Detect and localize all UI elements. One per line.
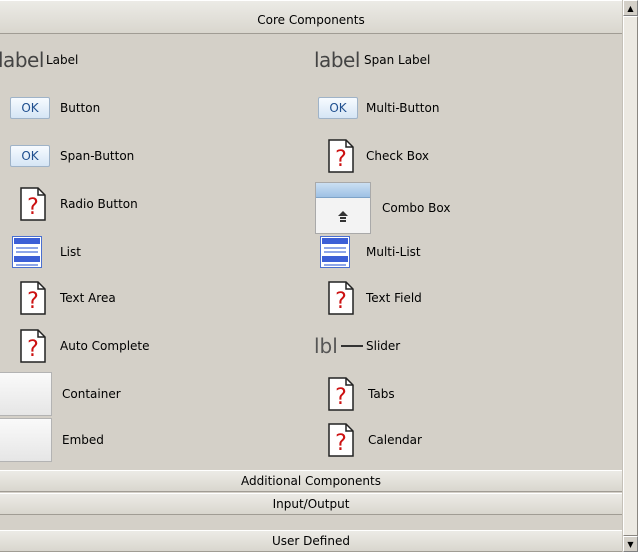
component-span-button[interactable]: OK Span-Button (8, 136, 134, 176)
component-combo-box[interactable]: Combo Box (314, 182, 451, 234)
component-text-field-text: Text Field (366, 291, 422, 305)
section-header-input-output[interactable]: Input/Output (0, 493, 622, 515)
component-slider[interactable]: lbl Slider (314, 326, 400, 366)
component-radio-button-text: Radio Button (60, 197, 138, 211)
component-label[interactable]: label Label (0, 40, 78, 80)
component-list[interactable]: List (10, 232, 81, 272)
list-icon (318, 232, 352, 272)
embed-icon (0, 418, 52, 462)
section-header-label: Additional Components (241, 474, 381, 488)
missing-image-icon: ? (18, 184, 48, 224)
component-multi-list[interactable]: Multi-List (318, 232, 421, 272)
component-container-text: Container (62, 387, 121, 401)
scroll-down-arrow-icon[interactable]: ▼ (623, 536, 638, 552)
svg-text:?: ? (335, 147, 347, 172)
missing-image-icon: ? (326, 278, 356, 318)
section-header-label: Input/Output (272, 497, 350, 511)
svg-text:?: ? (335, 289, 347, 314)
missing-image-icon: ? (326, 420, 356, 460)
list-icon (10, 232, 44, 272)
component-tabs-text: Tabs (368, 387, 395, 401)
scroll-up-arrow-icon[interactable]: ▲ (623, 0, 638, 16)
component-calendar[interactable]: ? Calendar (326, 420, 422, 460)
section-header-label: Core Components (257, 13, 365, 27)
svg-text:?: ? (335, 431, 347, 456)
svg-text:?: ? (27, 289, 39, 314)
ok-button-icon: OK (316, 88, 360, 128)
missing-image-icon: ? (18, 278, 48, 318)
component-auto-complete[interactable]: ? Auto Complete (18, 326, 150, 366)
component-container[interactable]: Container (0, 372, 121, 416)
component-combo-box-text: Combo Box (382, 201, 451, 215)
component-multi-list-text: Multi-List (366, 245, 421, 259)
missing-image-icon: ? (326, 136, 356, 176)
component-span-label[interactable]: label Span Label (314, 40, 430, 80)
label-icon: label (314, 48, 360, 72)
component-button-text: Button (60, 101, 101, 115)
svg-text:?: ? (27, 337, 39, 362)
section-header-user-defined[interactable]: User Defined (0, 530, 622, 552)
scrollbar-thumb[interactable] (623, 16, 638, 536)
core-components-panel: label Label label Span Label OK Button O… (0, 34, 622, 464)
missing-image-icon: ? (18, 326, 48, 366)
label-icon: label (0, 48, 44, 72)
component-list-text: List (60, 245, 81, 259)
component-button[interactable]: OK Button (8, 88, 100, 128)
vertical-scrollbar[interactable]: ▲ ▼ (622, 0, 638, 552)
missing-image-icon: ? (326, 374, 356, 414)
component-text-area-text: Text Area (60, 291, 116, 305)
component-slider-text: Slider (366, 339, 401, 353)
component-embed-text: Embed (62, 433, 104, 447)
svg-text:?: ? (335, 385, 347, 410)
component-embed[interactable]: Embed (0, 418, 104, 462)
component-span-label-text: Span Label (364, 53, 431, 67)
component-tabs[interactable]: ? Tabs (326, 374, 395, 414)
section-header-additional-components[interactable]: Additional Components (0, 470, 622, 492)
component-text-area[interactable]: ? Text Area (18, 278, 116, 318)
component-multi-button-text: Multi-Button (366, 101, 440, 115)
combo-box-icon (314, 182, 372, 234)
component-calendar-text: Calendar (368, 433, 422, 447)
component-span-button-text: Span-Button (60, 149, 135, 163)
component-auto-complete-text: Auto Complete (60, 339, 150, 353)
section-header-label: User Defined (272, 534, 350, 548)
component-text-field[interactable]: ? Text Field (326, 278, 422, 318)
ok-button-icon: OK (8, 136, 52, 176)
slider-icon: lbl (314, 326, 364, 366)
component-check-box-text: Check Box (366, 149, 430, 163)
svg-text:?: ? (27, 195, 39, 220)
component-radio-button[interactable]: ? Radio Button (18, 184, 138, 224)
component-multi-button[interactable]: OK Multi-Button (316, 88, 439, 128)
component-check-box[interactable]: ? Check Box (326, 136, 429, 176)
container-icon (0, 372, 52, 416)
section-header-core-components[interactable]: Core Components (0, 0, 622, 34)
ok-button-icon: OK (8, 88, 52, 128)
